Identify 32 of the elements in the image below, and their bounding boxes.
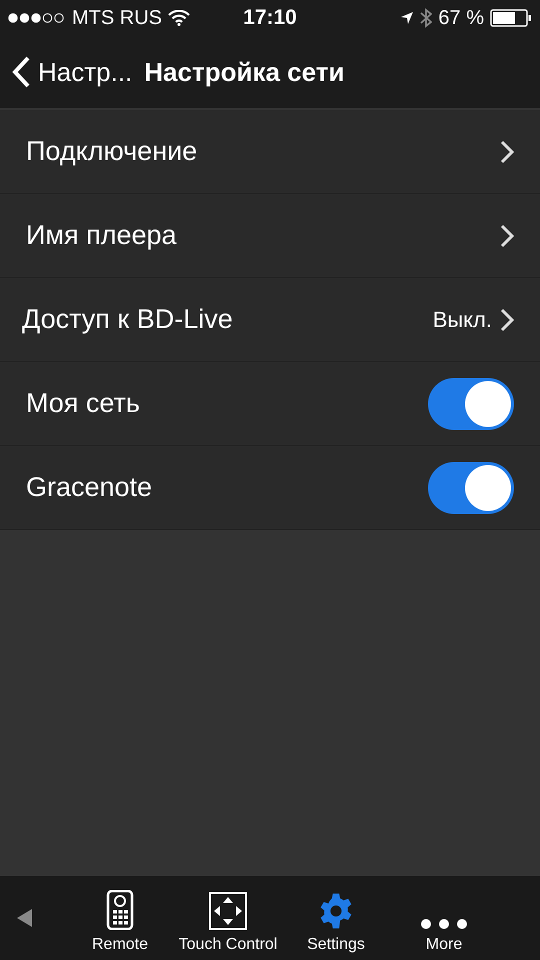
settings-row[interactable]: Доступ к BD-Live Выкл. [0,278,540,362]
arrows-icon [209,892,247,930]
row-label: Имя плеера [26,220,178,251]
chevron-icon [500,308,514,332]
carrier-name: MTS RUS [72,6,162,30]
row-label: Доступ к BD-Live [22,304,234,335]
bluetooth-icon [420,8,432,28]
toggle-switch[interactable] [428,462,514,514]
chevron-icon [500,224,514,248]
remote-icon [106,890,134,930]
settings-row[interactable]: Подключение [0,110,540,194]
row-label: Gracenote [26,472,154,503]
screen-title: Настройка сети [144,56,344,88]
status-time: 17:10 [243,6,297,30]
settings-row[interactable]: Имя плеера [0,194,540,278]
row-value: Выкл. [432,306,492,332]
back-button[interactable]: Настр... [12,56,132,88]
more-icon [420,918,468,930]
row-label: Моя сеть [26,388,141,419]
tab-item[interactable]: Touch Control [174,876,282,960]
chevron-icon [500,140,514,164]
row-label: Подключение [26,136,198,167]
toggle-switch[interactable] [428,378,514,430]
tab-item[interactable]: More [390,876,498,960]
location-icon [400,11,414,25]
back-icon [12,56,30,88]
signal-icon [8,13,66,23]
battery-icon [490,9,532,27]
battery-percent: 67 % [438,6,484,30]
wifi-icon [168,10,190,26]
tab-item[interactable]: Remote [66,876,174,960]
tab-item[interactable]: Settings [282,876,390,960]
